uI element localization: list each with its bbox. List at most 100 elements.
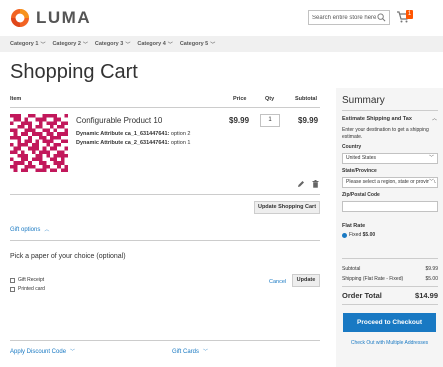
- fixed-rate-radio[interactable]: [342, 232, 347, 238]
- order-total-label: Order Total: [342, 291, 382, 300]
- gift-receipt-option[interactable]: Gift Receipt: [10, 277, 44, 283]
- order-summary-panel: Summary Estimate Shipping and Tax ︿ Ente…: [336, 88, 443, 367]
- search-input[interactable]: [309, 11, 377, 24]
- gift-update-button[interactable]: Update: [292, 274, 320, 287]
- nav-category-2[interactable]: Category 2 ﹀: [52, 41, 87, 48]
- fixed-rate-price: $5.00: [362, 232, 376, 238]
- divider: [10, 194, 320, 195]
- divider: [342, 110, 438, 111]
- shipping-row: Shipping (Flat Rate - Fixed) $5.00: [342, 276, 438, 282]
- apply-discount-toggle[interactable]: Apply Discount Code ﹀: [10, 348, 76, 356]
- summary-title: Summary: [342, 95, 385, 106]
- attribute-value: option 1: [170, 140, 191, 146]
- printed-card-option[interactable]: Printed card: [10, 286, 45, 292]
- item-subtotal: $9.99: [298, 116, 319, 125]
- divider: [10, 240, 320, 241]
- fixed-rate-option[interactable]: Fixed $5.00: [342, 232, 375, 238]
- chevron-up-icon[interactable]: ︿: [432, 115, 437, 122]
- checkbox-label: Gift Receipt: [18, 277, 45, 283]
- shipping-value: $5.00: [425, 276, 438, 282]
- country-select[interactable]: United States ﹀: [342, 153, 438, 164]
- attribute-label: Dynamic Attribute ca_1_631447641:: [76, 131, 170, 137]
- nav-category-3[interactable]: Category 3 ﹀: [95, 41, 130, 48]
- shipping-label: Shipping (Flat Rate - Fixed): [342, 276, 404, 282]
- luma-logo-icon: [11, 9, 29, 27]
- product-image[interactable]: [10, 114, 68, 172]
- chevron-down-icon: ﹀: [70, 349, 76, 355]
- printed-card-checkbox[interactable]: [10, 286, 15, 292]
- divider: [10, 340, 320, 341]
- nav-category-label: Category 5: [179, 41, 209, 47]
- nav-category-label: Category 2: [52, 41, 81, 47]
- item-price: $9.99: [229, 116, 250, 125]
- product-attribute-1: Dynamic Attribute ca_1_631447641: option…: [76, 131, 190, 137]
- country-select-value: United States: [346, 155, 377, 161]
- cart-count-badge[interactable]: 1: [406, 10, 413, 19]
- flat-rate-title: Flat Rate: [342, 223, 366, 229]
- subtotal-label: Subtotal: [342, 266, 361, 272]
- chevron-down-icon: ﹀: [167, 41, 173, 48]
- trash-icon[interactable]: [312, 180, 319, 188]
- divider: [10, 107, 320, 108]
- nav-category-label: Category 1: [10, 41, 39, 47]
- multiple-addresses-link[interactable]: Check Out with Multiple Addresses: [336, 340, 443, 346]
- search-icon[interactable]: [377, 13, 386, 22]
- search-box: [308, 10, 390, 25]
- chevron-down-icon: ﹀: [40, 41, 46, 48]
- category-nav: Category 1 ﹀ Category 2 ﹀ Category 3 ﹀ Cate…: [0, 36, 443, 52]
- divider: [342, 286, 438, 287]
- product-attribute-2: Dynamic Attribute ca_2_631447641: option…: [76, 140, 190, 146]
- page-header: LUMA 1: [0, 0, 443, 36]
- chevron-down-icon: ﹀: [125, 41, 131, 48]
- proceed-to-checkout-button[interactable]: Proceed to Checkout: [343, 313, 436, 332]
- qty-input[interactable]: 1: [260, 114, 280, 127]
- subtotal-value: $9.99: [425, 266, 438, 272]
- nav-category-5[interactable]: Category 5 ﹀: [180, 41, 215, 48]
- chevron-down-icon: ﹀: [210, 41, 216, 48]
- apply-discount-label: Apply Discount Code: [10, 348, 67, 355]
- column-header-qty: Qty: [265, 96, 275, 102]
- estimate-shipping-toggle[interactable]: Estimate Shipping and Tax: [342, 116, 412, 122]
- logo-text: LUMA: [36, 8, 92, 27]
- page-title: Shopping Cart: [10, 61, 138, 83]
- product-name-link[interactable]: Configurable Product 10: [76, 116, 162, 125]
- nav-category-label: Category 3: [94, 41, 124, 47]
- nav-category-1[interactable]: Category 1 ﹀: [10, 41, 45, 48]
- gift-paper-text: Pick a paper of your choice (optional): [10, 253, 126, 260]
- state-select[interactable]: Please select a region, state or provinc…: [342, 177, 438, 188]
- subtotal-row: Subtotal $9.99: [342, 266, 438, 272]
- column-header-item: Item: [10, 96, 22, 102]
- gift-options-label: Gift options: [10, 226, 41, 233]
- column-header-subtotal: Subtotal: [295, 96, 317, 102]
- chevron-down-icon: ﹀: [82, 41, 88, 48]
- gift-cards-toggle[interactable]: Gift Cards ﹀: [172, 348, 209, 356]
- gift-receipt-checkbox[interactable]: [10, 277, 15, 283]
- gift-options-toggle[interactable]: Gift options ︿: [10, 226, 50, 234]
- fixed-rate-label: Fixed: [349, 232, 362, 238]
- column-header-price: Price: [233, 96, 247, 102]
- attribute-label: Dynamic Attribute ca_2_631447641:: [76, 140, 170, 146]
- gift-cards-label: Gift Cards: [172, 348, 200, 355]
- state-label: State/Province: [342, 168, 377, 174]
- state-select-value: Please select a region, state or provinc…: [346, 179, 437, 185]
- attribute-value: option 2: [170, 131, 191, 137]
- zip-input[interactable]: [342, 201, 438, 212]
- gift-cancel-link[interactable]: Cancel: [269, 279, 286, 285]
- divider: [342, 258, 438, 259]
- edit-icon[interactable]: [297, 180, 305, 188]
- estimate-description: Enter your destination to get a shipping…: [342, 127, 429, 140]
- chevron-down-icon: ﹀: [203, 349, 209, 355]
- order-total-row: Order Total $14.99: [342, 291, 438, 300]
- order-total-value: $14.99: [415, 291, 438, 300]
- nav-category-label: Category 4: [137, 41, 166, 47]
- country-label: Country: [342, 144, 362, 150]
- checkbox-label: Printed card: [18, 286, 45, 292]
- divider: [342, 304, 438, 305]
- chevron-down-icon: ﹀: [428, 178, 434, 187]
- update-shopping-cart-button[interactable]: Update Shopping Cart: [254, 201, 320, 214]
- chevron-down-icon: ﹀: [428, 155, 434, 161]
- chevron-up-icon: ︿: [44, 227, 50, 233]
- store-logo[interactable]: LUMA: [10, 8, 91, 28]
- nav-category-4[interactable]: Category 4 ﹀: [137, 41, 172, 48]
- zip-label: Zip/Postal Code: [342, 192, 380, 198]
